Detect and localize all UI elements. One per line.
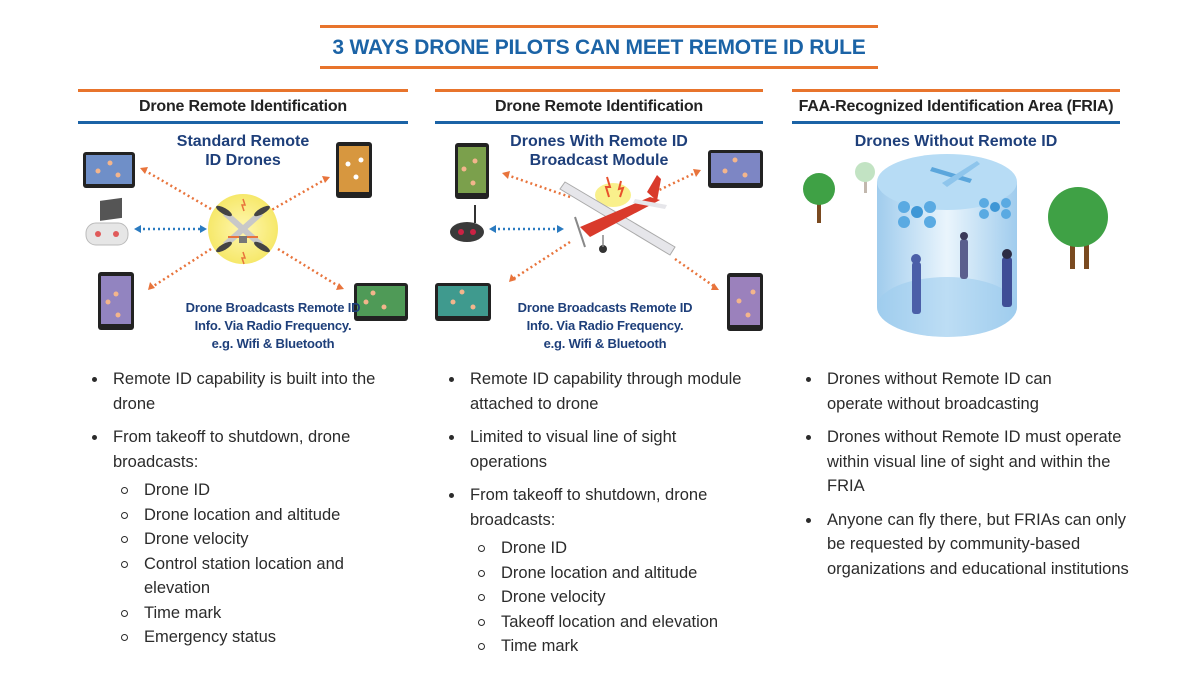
bullet-item: Remote ID capability through module atta… bbox=[443, 367, 773, 416]
bullet-text: Drones without Remote ID can operate wit… bbox=[827, 370, 1052, 413]
column-broadcast-module: Drone Remote Identification Drones With … bbox=[435, 89, 763, 669]
sub-bullet-item: Drone velocity bbox=[113, 527, 416, 552]
tree-icon bbox=[1048, 187, 1108, 269]
controller-link bbox=[134, 225, 207, 233]
column-bottom-rule bbox=[435, 121, 763, 124]
column-bottom-rule bbox=[78, 121, 408, 124]
column-bottom-rule bbox=[792, 121, 1120, 124]
illustration-caption: Drone Broadcasts Remote ID Info. Via Rad… bbox=[138, 299, 408, 353]
sub-bullet-item: Drone ID bbox=[113, 478, 416, 503]
bullet-item: Limited to visual line of sight operatio… bbox=[443, 425, 773, 474]
tablet-icon bbox=[336, 142, 372, 198]
sub-bullet-item: Control station location and elevation bbox=[113, 552, 416, 601]
bullet-item: From takeoff to shutdown, drone broadcas… bbox=[86, 425, 416, 650]
title-bottom-rule bbox=[320, 66, 878, 69]
person-icon bbox=[1002, 249, 1012, 307]
sub-bullet-list: Drone ID Drone location and altitude Dro… bbox=[470, 536, 773, 659]
title-block: 3 WAYS DRONE PILOTS CAN MEET REMOTE ID R… bbox=[320, 25, 878, 69]
bullet-item: Remote ID capability is built into the d… bbox=[86, 367, 416, 416]
sub-bullet-item: Emergency status bbox=[113, 625, 416, 650]
tablet-icon bbox=[98, 272, 134, 330]
bullet-item: Anyone can fly there, but FRIAs can only… bbox=[800, 508, 1130, 582]
bullet-item: Drones without Remote ID can operate wit… bbox=[800, 367, 1130, 416]
gamepad-controller-icon bbox=[450, 205, 484, 242]
sub-bullet-item: Drone velocity bbox=[470, 585, 773, 610]
main-title: 3 WAYS DRONE PILOTS CAN MEET REMOTE ID R… bbox=[332, 36, 866, 59]
quadcopter-drone-icon bbox=[208, 194, 278, 265]
bullet-text: Remote ID capability is built into the d… bbox=[113, 370, 376, 413]
column-header: FAA-Recognized Identification Area (FRIA… bbox=[798, 98, 1114, 115]
bullet-list: Remote ID capability through module atta… bbox=[443, 367, 773, 659]
tree-icon bbox=[803, 173, 835, 223]
caption-line: e.g. Wifi & Bluetooth bbox=[211, 336, 335, 351]
sub-bullet-item: Drone location and altitude bbox=[470, 561, 773, 586]
column-header: Drone Remote Identification bbox=[139, 98, 347, 115]
column-header: Drone Remote Identification bbox=[495, 98, 703, 115]
bullet-item: From takeoff to shutdown, drone broadcas… bbox=[443, 483, 773, 659]
bullet-list: Drones without Remote ID can operate wit… bbox=[800, 367, 1130, 590]
caption-line: Drone Broadcasts Remote ID bbox=[517, 300, 693, 315]
sub-bullet-item: Time mark bbox=[470, 634, 773, 659]
caption-line: Drone Broadcasts Remote ID bbox=[185, 300, 361, 315]
tree-icon bbox=[855, 162, 875, 193]
column-fria: FAA-Recognized Identification Area (FRIA… bbox=[792, 89, 1129, 669]
sub-bullet-item: Drone location and altitude bbox=[113, 503, 416, 528]
column-standard-remote-id: Drone Remote Identification Standard Rem… bbox=[78, 89, 408, 669]
sub-bullet-item: Drone ID bbox=[470, 536, 773, 561]
bullet-item: Drones without Remote ID must operate wi… bbox=[800, 425, 1130, 499]
sub-bullet-item: Time mark bbox=[113, 601, 416, 626]
bullet-text: Remote ID capability through module atta… bbox=[470, 370, 742, 413]
sub-bullet-item: Takeoff location and elevation bbox=[470, 610, 773, 635]
sub-bullet-list: Drone ID Drone location and altitude Dro… bbox=[113, 478, 416, 650]
bullet-text: Drones without Remote ID must operate wi… bbox=[827, 428, 1122, 495]
fixed-wing-airplane-icon bbox=[559, 175, 676, 256]
bullet-text: From takeoff to shutdown, drone broadcas… bbox=[470, 486, 708, 529]
caption-line: Info. Via Radio Frequency. bbox=[194, 318, 352, 333]
tablet-icon bbox=[83, 152, 135, 188]
caption-line: e.g. Wifi & Bluetooth bbox=[543, 336, 667, 351]
tablet-icon bbox=[708, 150, 763, 188]
illustration-svg bbox=[803, 154, 1108, 337]
controller-link bbox=[489, 225, 564, 233]
tablet-icon bbox=[455, 143, 489, 199]
bullet-text: Anyone can fly there, but FRIAs can only… bbox=[827, 510, 1129, 578]
bullet-text: Limited to visual line of sight operatio… bbox=[470, 428, 677, 471]
illustration-caption: Drone Broadcasts Remote ID Info. Via Rad… bbox=[475, 299, 735, 353]
bullet-list: Remote ID capability is built into the d… bbox=[86, 367, 416, 650]
illustration-fria bbox=[792, 137, 1120, 357]
caption-line: Info. Via Radio Frequency. bbox=[526, 318, 684, 333]
bullet-text: From takeoff to shutdown, drone broadcas… bbox=[113, 428, 351, 471]
controller-with-screen-icon bbox=[85, 197, 129, 246]
